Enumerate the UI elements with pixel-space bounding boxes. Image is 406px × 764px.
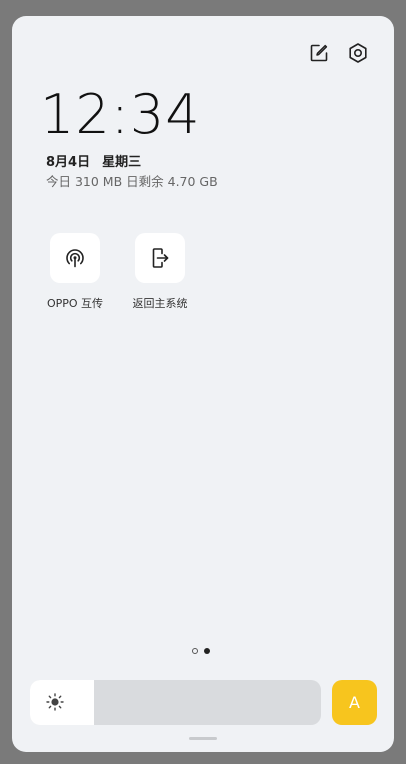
auto-brightness-button[interactable]: A [332,680,377,725]
page-indicator [192,648,210,654]
page-dot-1[interactable] [192,648,198,654]
data-usage-text: 今日 310 MB 日剩余 4.70 GB [46,174,218,189]
exit-phone-icon [152,248,169,268]
sun-icon [46,693,64,711]
app-return-main-system-tile[interactable] [135,233,185,283]
app-return-main-system-label: 返回主系统 [132,297,188,310]
panel-drag-handle[interactable] [189,737,217,740]
edit-button[interactable] [308,42,330,64]
weekday-text: 星期三 [102,155,142,170]
edit-icon [310,44,328,62]
app-return-main-system[interactable]: 返回主系统 [115,233,205,311]
app-oppo-share-tile[interactable] [50,233,100,283]
clock-time: 12:34 [40,83,201,146]
app-oppo-share-label: OPPO 互传 [46,297,104,310]
date-row: 8月4日 星期三 [46,151,141,170]
date-text: 8月4日 [46,155,91,170]
share-signal-icon [66,249,84,268]
app-oppo-share[interactable]: OPPO 互传 [30,233,120,311]
gear-icon [349,43,367,63]
control-panel: 12:34 8月4日 星期三 今日 310 MB 日剩余 4.70 GB OPPO… [12,16,394,752]
page-dot-2-active[interactable] [204,648,210,654]
settings-button[interactable] [347,42,369,64]
brightness-slider[interactable] [30,680,321,725]
